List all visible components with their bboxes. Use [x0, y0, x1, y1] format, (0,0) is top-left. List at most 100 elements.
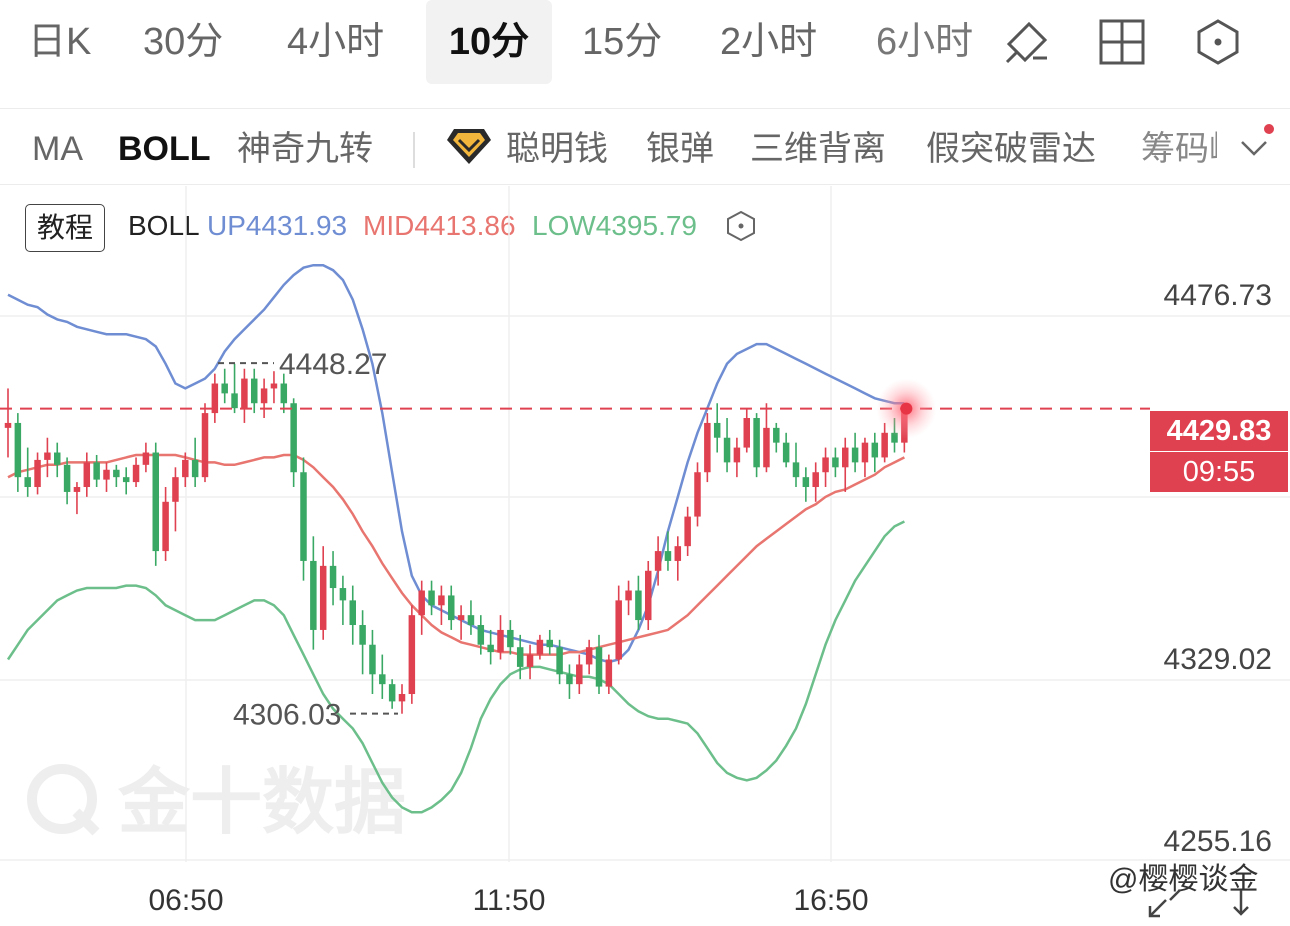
chevron-down-icon[interactable] [1236, 132, 1272, 162]
indicator-silver-bullet[interactable]: 银弹 [646, 110, 714, 184]
tab-timeframe-2h[interactable]: 2小时 [720, 0, 817, 84]
candle-body-66 [654, 551, 662, 571]
boll-bands [6, 263, 905, 814]
indicator-bar: MA BOLL 神奇九转 聪明钱 银弹 三维背离 假突破雷达 筹码峰 [0, 110, 1290, 185]
tab-timeframe-4h[interactable]: 4小时 [287, 0, 384, 84]
candle-body-47 [467, 615, 475, 626]
candle-body-10 [103, 469, 110, 480]
candle-body-29 [290, 403, 297, 473]
boll-settings-icon[interactable] [724, 209, 758, 243]
candle-body-49 [487, 644, 494, 653]
low-marker-label: 4306.03 [233, 699, 341, 732]
candle-body-89 [881, 432, 888, 458]
candle-body-43 [428, 590, 435, 606]
candle-body-74 [733, 447, 741, 463]
timeframe-bar: 日K 30分 4小时 10分 15分 2小时 6小时 [0, 0, 1290, 109]
indicator-3d-divergence[interactable]: 三维背离 [750, 110, 886, 184]
candle-body-1 [14, 422, 22, 478]
indicator-false-breakout[interactable]: 假突破雷达 [926, 110, 1096, 184]
chevron-down-icon-svg [1241, 141, 1267, 156]
y-tick-label-1: 4329.02 [1164, 643, 1272, 676]
candle-body-46 [457, 615, 465, 621]
candle-body-67 [664, 551, 672, 561]
tab-timeframe-10m[interactable]: 10分 [426, 0, 552, 84]
candle-body-53 [526, 654, 534, 667]
candle-body-55 [546, 639, 553, 648]
grid-layout-icon[interactable] [1098, 18, 1146, 66]
candle-body-82 [812, 472, 819, 488]
current-price-dot [900, 402, 913, 415]
candle-body-78 [773, 427, 780, 443]
candle-body-54 [536, 639, 544, 655]
candle-body-56 [556, 647, 563, 675]
candle-body-52 [516, 647, 524, 667]
hexagon-settings-icon[interactable] [1194, 18, 1242, 66]
tab-timeframe-15m[interactable]: 15分 [582, 0, 662, 84]
tab-timeframe-30m[interactable]: 30分 [143, 0, 223, 84]
candle-body-77 [763, 427, 770, 468]
tutorial-button[interactable]: 教程 [25, 204, 105, 252]
chart-labels: 4476.734329.024255.1606:50 11:50 16:504448… [0, 279, 1272, 917]
candle-body-2 [24, 477, 31, 488]
candle-body-40 [398, 694, 406, 702]
tab-timeframe-6h[interactable]: 6小时 [876, 0, 976, 84]
candle-body-22 [221, 383, 228, 394]
indicator-boll[interactable]: BOLL [118, 110, 211, 184]
candle-body-7 [73, 487, 81, 492]
candle-body-5 [54, 452, 61, 465]
candle-body-38 [379, 674, 386, 685]
watermark: 金十数据 [27, 760, 406, 844]
boll-up-line [7, 263, 905, 664]
candle-body-32 [319, 565, 327, 630]
candle-body-91 [901, 408, 908, 443]
expand-icon[interactable] [1146, 886, 1184, 920]
candle-body-4 [44, 452, 51, 460]
candle-body-35 [349, 600, 356, 626]
candle-body-51 [507, 629, 514, 648]
hexagon-settings-icon-svg [1197, 19, 1239, 65]
candle-body-17 [172, 477, 179, 502]
boll-legend-up: UP4431.93 [207, 210, 348, 241]
candle-body-34 [339, 588, 347, 601]
x-tick-label-0: 06:50 [148, 884, 223, 917]
indicator-chip-peak[interactable]: 筹码峰 [1141, 110, 1217, 184]
candle-body-45 [448, 595, 455, 621]
candle-body-84 [832, 457, 839, 468]
indicator-smart-money[interactable]: 聪明钱 [506, 110, 608, 184]
candle-body-79 [782, 442, 790, 463]
indicator-nine-turn[interactable]: 神奇九转 [237, 110, 373, 184]
candle-body-13 [132, 464, 140, 483]
scroll-latest-icon[interactable] [1226, 886, 1256, 920]
draw-pen-icon-svg [1005, 21, 1048, 64]
candle-body-16 [162, 501, 169, 552]
candle-body-20 [201, 413, 209, 478]
indicator-ma[interactable]: MA [32, 110, 83, 184]
candle-body-76 [753, 418, 760, 468]
candle-body-87 [861, 442, 869, 463]
candle-body-24 [241, 378, 248, 409]
candle-body-72 [713, 422, 721, 438]
high-marker-label: 4448.27 [279, 348, 387, 381]
candle-body-59 [585, 647, 593, 665]
x-tick-label-2: 16:50 [793, 884, 868, 917]
candle-body-44 [438, 595, 445, 606]
current-price-tag: 4429.83 [1150, 411, 1288, 451]
notification-dot [1264, 124, 1274, 134]
bar-countdown: 09:55 [1150, 452, 1288, 492]
boll-settings-icon-svg [727, 210, 755, 242]
candle-body-26 [260, 388, 268, 404]
candle-body-41 [408, 615, 416, 695]
candle-body-80 [792, 462, 800, 478]
candle-body-39 [388, 684, 396, 702]
candle-body-68 [674, 546, 682, 561]
draw-pen-icon[interactable] [1003, 18, 1051, 66]
boll-mid-line [7, 453, 905, 656]
candle-body-81 [802, 477, 810, 488]
candle-body-23 [231, 393, 238, 409]
tab-timeframe-day[interactable]: 日K [28, 0, 91, 84]
watermark-text: 金十数据 [117, 760, 406, 844]
boll-legend-low: LOW4395.79 [532, 210, 697, 241]
candle-body-75 [743, 418, 750, 448]
candle-body-30 [300, 472, 307, 561]
candle-body-33 [329, 565, 337, 589]
